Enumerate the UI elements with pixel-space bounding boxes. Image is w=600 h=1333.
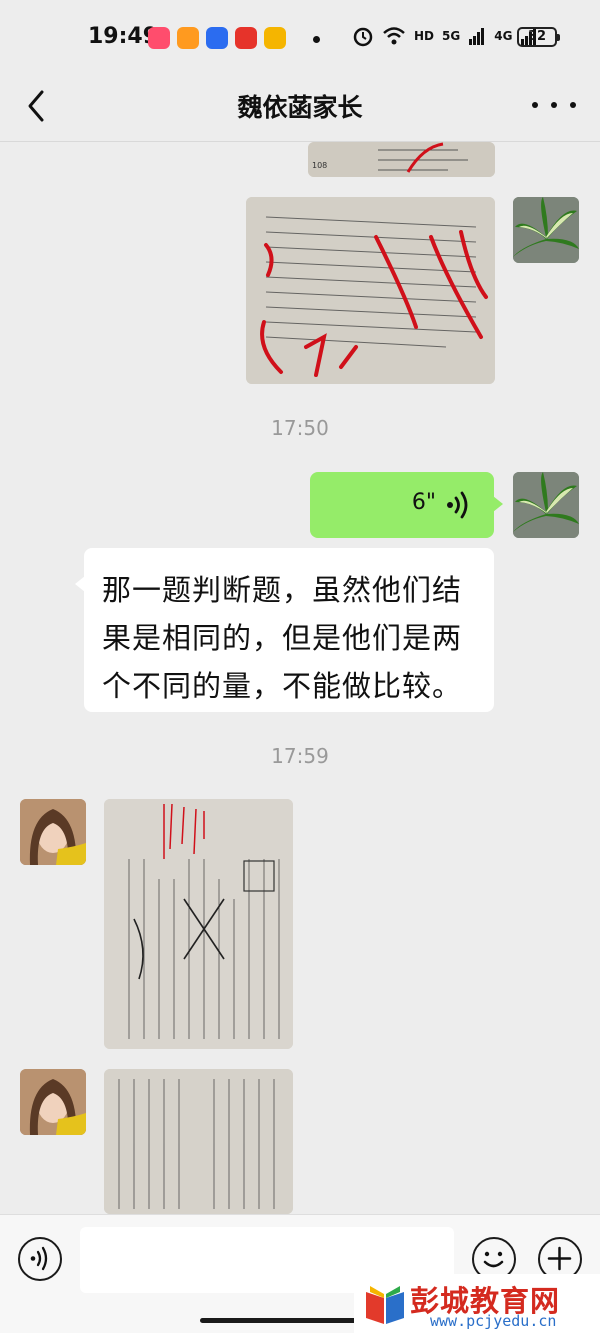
site-watermark: 彭城教育网 www.pcjyedu.cn xyxy=(354,1274,600,1333)
signal-icon xyxy=(469,28,485,45)
self-avatar[interactable] xyxy=(513,197,579,263)
self-avatar[interactable] xyxy=(513,472,579,538)
message-line: 个不同的量，不能做比较。 xyxy=(102,669,463,703)
voice-duration: 6" xyxy=(411,490,436,515)
homework-photo-message[interactable] xyxy=(104,1069,293,1214)
app-notification-icon xyxy=(264,27,286,49)
voice-wave-icon xyxy=(447,491,468,519)
status-bar: 19:49 HD 5G 4G 32 xyxy=(0,0,600,74)
4g-signal-icon: 4G xyxy=(494,29,513,43)
notification-dot-icon xyxy=(313,36,320,43)
contact-avatar[interactable] xyxy=(20,1069,86,1135)
battery-icon: 32 xyxy=(517,27,560,47)
contact-avatar[interactable] xyxy=(20,799,86,865)
message-line: 那一题判断题，虽然他们结 xyxy=(102,573,463,607)
chat-header: 魏依菡家长 xyxy=(0,74,600,142)
svg-text:108: 108 xyxy=(312,161,327,170)
wifi-icon xyxy=(383,27,405,45)
status-app-icons xyxy=(148,27,286,49)
book-logo-icon xyxy=(366,1286,404,1324)
weibo-icon xyxy=(235,27,257,49)
homework-photo-message[interactable]: 108 xyxy=(308,142,495,177)
text-message-bubble[interactable]: 那一题判断题，虽然他们结 果是相同的，但是他们是两 个不同的量，不能做比较。 xyxy=(75,548,494,712)
watermark-url: www.pcjyedu.cn xyxy=(430,1312,557,1330)
5g-signal-icon: 5G xyxy=(442,29,461,43)
more-options-icon[interactable] xyxy=(532,90,576,120)
status-indicators: HD 5G 4G xyxy=(352,25,538,47)
message-list[interactable]: 108 17:50 6" 那一题判断题，虽然他们结 果是相同的，但是他们是两 个… xyxy=(0,142,600,1214)
app-notification-icon xyxy=(177,27,199,49)
message-timestamp: 17:50 xyxy=(271,416,329,440)
homework-photo-message[interactable] xyxy=(246,197,495,384)
message-line: 果是相同的，但是他们是两 xyxy=(102,621,463,655)
homework-photo-message[interactable] xyxy=(104,799,293,1049)
app-notification-icon xyxy=(148,27,170,49)
voice-input-icon[interactable] xyxy=(18,1237,62,1281)
voice-message-bubble[interactable]: 6" xyxy=(310,472,503,538)
hd-icon: HD xyxy=(414,29,435,43)
app-notification-icon xyxy=(206,27,228,49)
chat-title: 魏依菡家长 xyxy=(237,93,363,122)
message-timestamp: 17:59 xyxy=(271,744,329,768)
alarm-icon xyxy=(353,27,373,47)
